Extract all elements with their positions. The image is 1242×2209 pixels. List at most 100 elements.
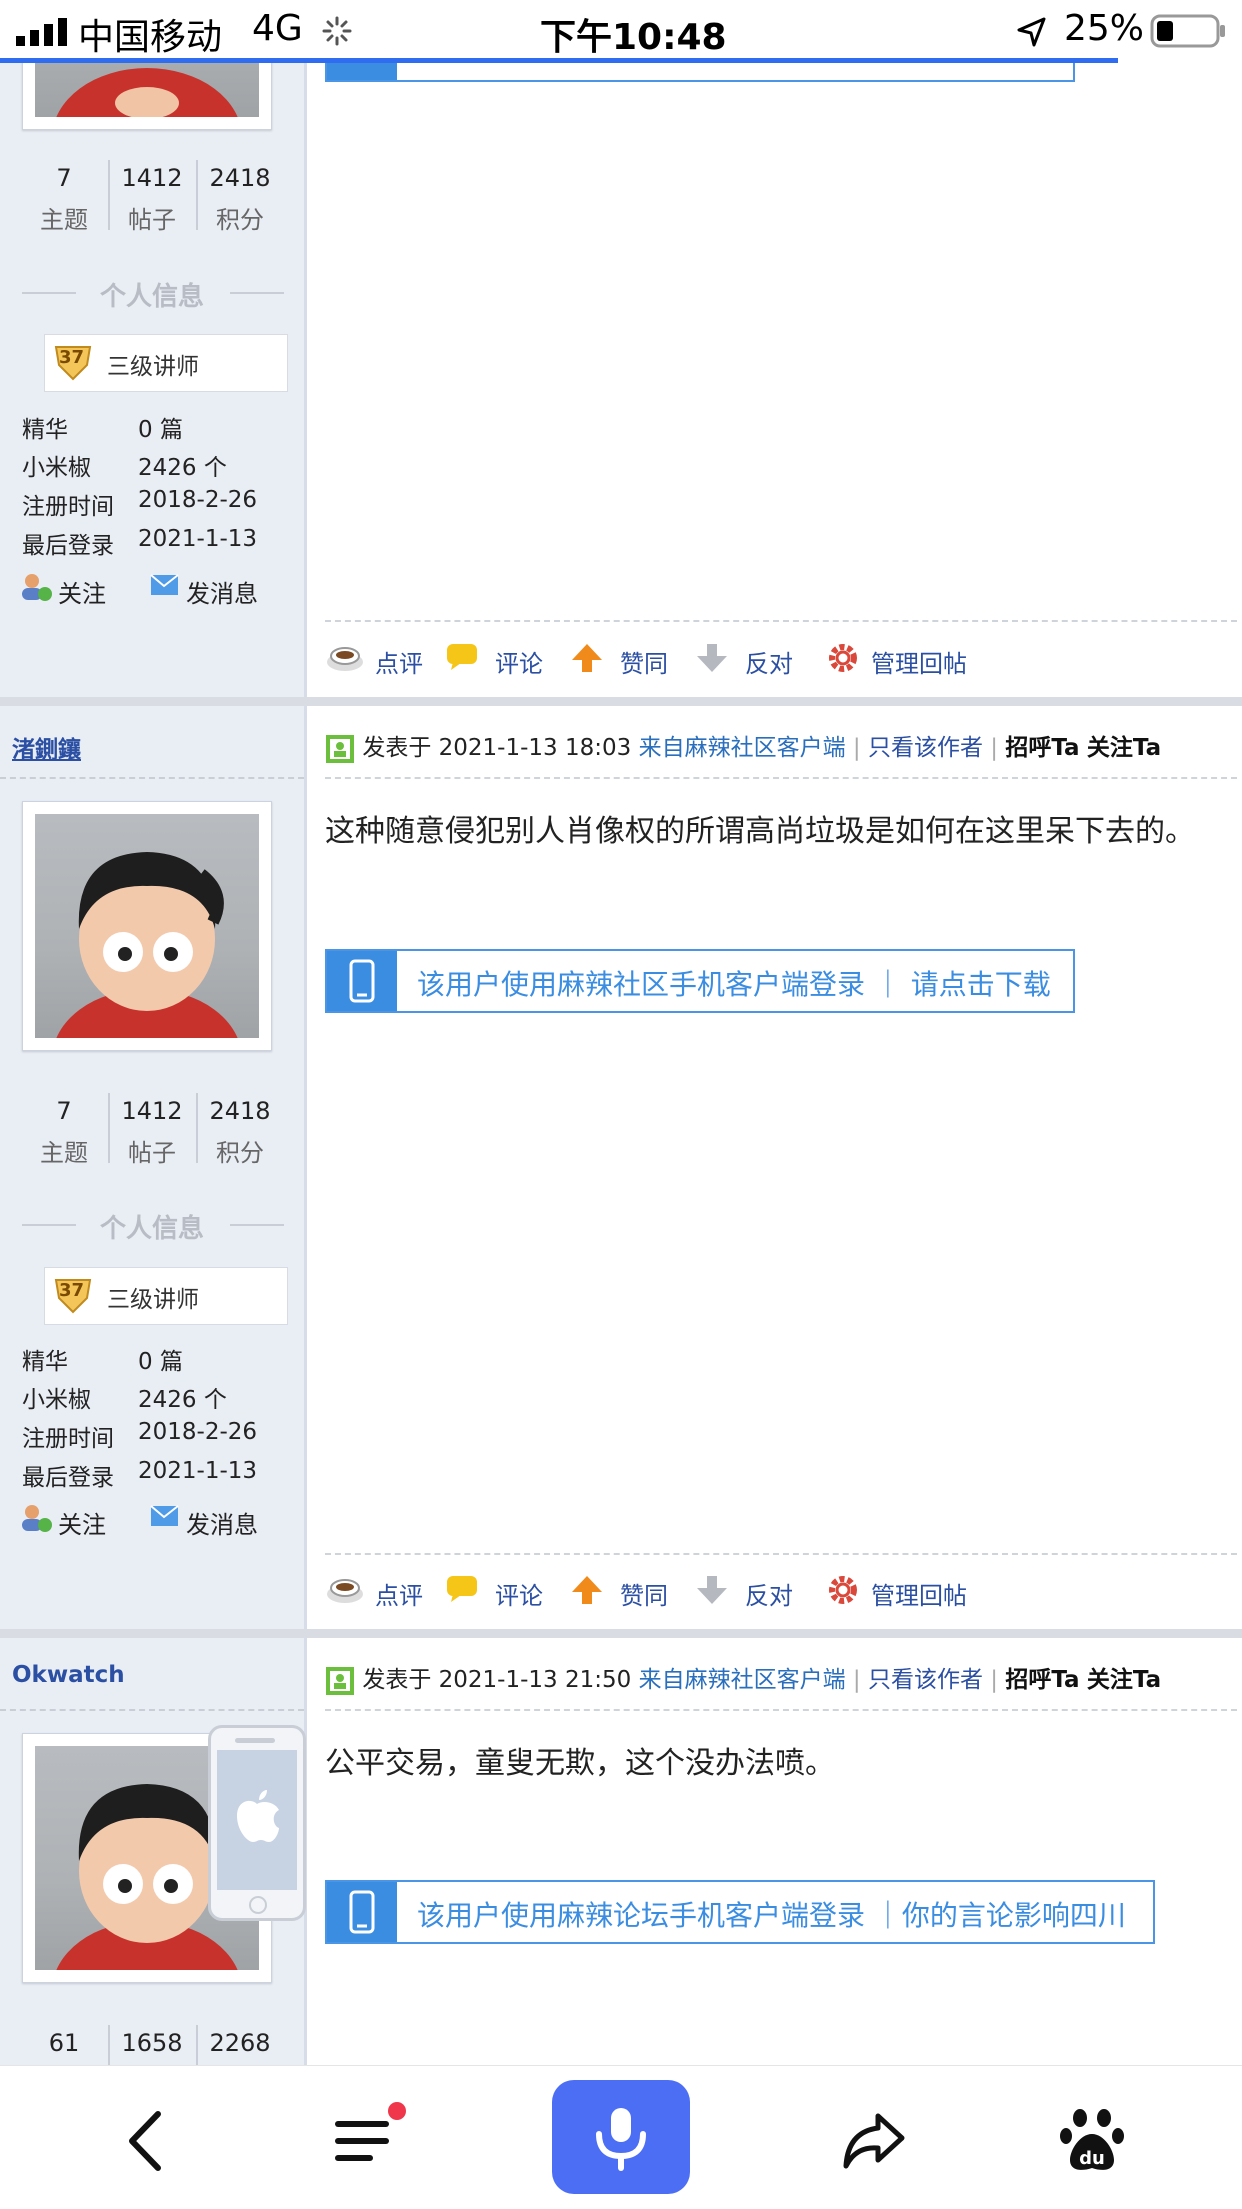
battery-icon [1150,14,1228,48]
post-2-mobile-banner[interactable]: 该用户使用麻辣社区手机客户端登录 ｜ 请点击下载 [325,949,1075,1013]
envelope-icon [150,574,179,595]
last-login-value: 2021-1-13 [138,526,258,552]
stat-topics-value: 7 [56,164,72,192]
stat-posts-value: 1412 [121,1097,183,1125]
avatar[interactable] [22,801,272,1051]
stat-topics-label: 主题 [40,206,88,234]
last-login-label: 最后登录 [22,1465,114,1491]
greet-link[interactable]: 招呼Ta [1005,1667,1079,1693]
avatar-cartoon-icon [56,852,238,1038]
post-1-author-panel: 7 主题 1412 帖子 2418 积分 个人信息 37 三级讲师 精华 0 篇… [0,0,304,697]
personal-info-heading: 个人信息 [99,1214,204,1244]
follow-ta-link[interactable]: 关注Ta [1087,1667,1161,1693]
post-3-username[interactable]: Okwatch [12,1662,125,1688]
phone-icon [327,951,397,1011]
send-message-link[interactable]: 发消息 [150,1503,258,1539]
level-shield-icon: 37 [53,343,93,381]
agree-button[interactable]: 赞同 [570,640,668,678]
post-1-actions: 点评 评论 赞同 反对 管理回帖 [325,640,1237,680]
stat-points-value: 2418 [209,1097,271,1125]
envelope-icon [150,1505,179,1526]
speech-bubble-icon [447,1576,477,1602]
phone-icon [327,1882,397,1942]
stat-points-value: 2268 [209,2029,271,2057]
post-date: 2021-1-13 21:50 [438,1667,632,1693]
post-2-author-panel: 7 主题 1412 帖子 2418 积分 个人信息 37 三级讲师 精华 0 篇… [0,697,304,1629]
agree-button[interactable]: 赞同 [570,1572,668,1610]
apple-client-badge[interactable] [208,1725,306,1921]
elite-value: 0 篇 [138,417,183,443]
post-source-link[interactable]: 来自麻辣社区客户端 [639,735,846,761]
elite-label: 精华 [22,1349,68,1375]
share-icon[interactable] [838,2106,908,2176]
stat-points-value: 2418 [209,164,271,192]
follow-user-icon [22,574,52,601]
baidu-paw-icon[interactable]: du [1058,2106,1128,2176]
post-3-meta: 发表于 2021-1-13 21:50 来自麻辣社区客户端 | 只看该作者 | … [325,1660,1237,1696]
battery-percent: 25% [1064,8,1145,49]
level-badge: 37 三级讲师 [44,334,288,392]
follow-link[interactable]: 关注 [20,572,106,608]
last-login-value: 2021-1-13 [138,1458,258,1484]
follow-ta-link[interactable]: 关注Ta [1087,735,1161,761]
apple-logo-icon [237,1790,279,1842]
level-title: 三级讲师 [107,1287,199,1313]
stat-posts-label: 帖子 [128,206,176,234]
oppose-button[interactable]: 反对 [695,640,793,678]
gear-icon [829,1576,857,1604]
level-badge: 37 三级讲师 [44,1267,288,1325]
rate-button[interactable]: 点评 [325,1572,423,1610]
stat-topics-value: 7 [56,1097,72,1125]
post-3-body: 公平交易，童叟无欺，这个没办法喷。 [325,1746,835,1781]
user-card-icon [326,1666,354,1695]
arrow-up-icon [572,1576,602,1604]
post-3-mobile-banner[interactable]: 该用户使用麻辣论坛手机客户端登录 ｜你的言论影响四川 [325,1880,1155,1944]
follow-link[interactable]: 关注 [20,1503,106,1539]
peppers-value: 2426 个 [138,1387,227,1413]
coffee-cup-icon [327,1579,363,1603]
carrier-name: 中国移动 [78,17,223,58]
signal-icon [16,18,72,46]
send-message-link[interactable]: 发消息 [150,572,258,608]
manage-reply-button[interactable]: 管理回帖 [825,1572,967,1612]
comment-button[interactable]: 评论 [445,640,543,678]
clock: 下午10:48 [540,17,727,58]
greet-link[interactable]: 招呼Ta [1005,735,1079,761]
registered-label: 注册时间 [22,1426,114,1452]
coffee-cup-icon [327,647,363,671]
menu-icon[interactable] [330,2102,406,2176]
manage-reply-button[interactable]: 管理回帖 [825,640,967,680]
svg-text:du: du [1079,2148,1105,2169]
registered-label: 注册时间 [22,494,114,520]
follow-user-icon [22,1505,52,1532]
gear-icon [829,644,857,672]
stat-posts-value: 1412 [121,164,183,192]
registered-value: 2018-2-26 [138,487,258,513]
last-login-label: 最后登录 [22,533,114,559]
post-separator [0,1629,1242,1638]
stat-points-label: 积分 [216,206,264,234]
post-2-body: 这种随意侵犯别人肖像权的所谓高尚垃圾是如何在这里呆下去的。 [325,814,1195,849]
only-author-link[interactable]: 只看该作者 [868,1667,983,1693]
comment-button[interactable]: 评论 [445,1572,543,1610]
voice-search-button[interactable] [552,2080,690,2194]
registered-value: 2018-2-26 [138,1419,258,1445]
rate-button[interactable]: 点评 [325,640,423,678]
stat-topics-value: 61 [48,2029,80,2057]
microphone-icon [596,2108,646,2171]
stat-posts-label: 帖子 [128,1139,176,1167]
loading-spinner-icon [322,16,352,46]
peppers-label: 小米椒 [22,455,91,481]
location-arrow-icon [1016,16,1048,48]
speech-bubble-icon [447,644,477,670]
oppose-button[interactable]: 反对 [695,1572,793,1610]
only-author-link[interactable]: 只看该作者 [868,735,983,761]
arrow-up-icon [572,644,602,672]
post-source-link[interactable]: 来自麻辣社区客户端 [639,1667,846,1693]
network-type: 4G [252,8,303,49]
page-load-progress [0,58,1118,63]
peppers-label: 小米椒 [22,1387,91,1413]
post-date: 2021-1-13 18:03 [438,735,632,761]
peppers-value: 2426 个 [138,455,227,481]
back-icon[interactable] [112,2106,182,2176]
